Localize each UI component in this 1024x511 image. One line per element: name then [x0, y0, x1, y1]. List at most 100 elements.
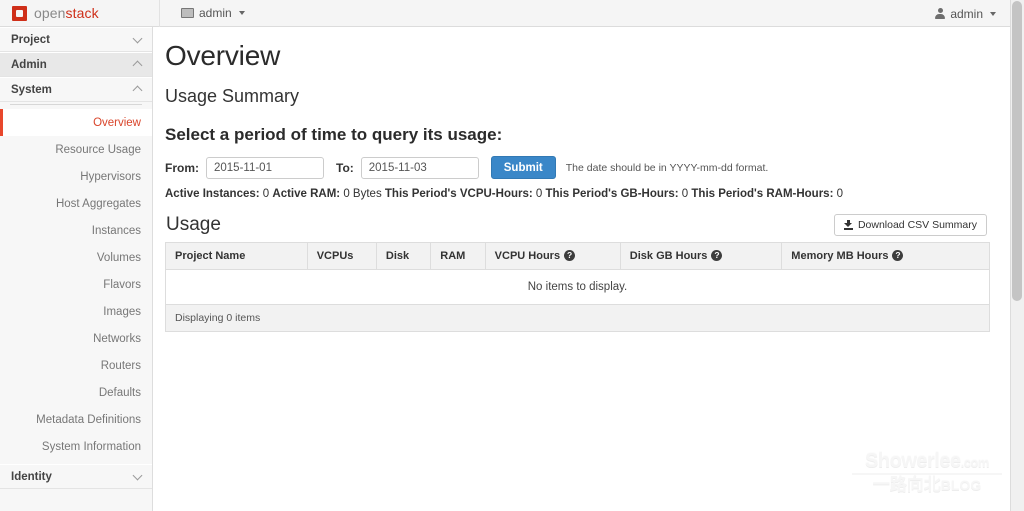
column-header-memory-mb-hours[interactable]: Memory MB Hours? [781, 242, 990, 270]
usage-stats-line: Active Instances: 0 Active RAM: 0 Bytes … [165, 188, 990, 200]
sidebar-section-admin[interactable]: Admin [0, 52, 152, 77]
sidebar-item-system-information[interactable]: System Information [0, 433, 152, 460]
from-date-input[interactable] [206, 156, 324, 179]
monitor-icon [181, 8, 194, 18]
column-header-label: VCPUs [316, 250, 354, 262]
usage-table-header-row: Project Name VCPUs Disk RAM VCPU Hours? Disk … [165, 242, 990, 270]
logo-text-open: open [34, 5, 66, 21]
sidebar-item-label: Flavors [103, 278, 141, 291]
sidebar-item-label: Host Aggregates [55, 197, 141, 210]
stat-value: 0 [532, 188, 543, 200]
column-header-vcpu-hours[interactable]: VCPU Hours? [485, 242, 621, 270]
date-format-hint: The date should be in YYYY-mm-dd format. [565, 161, 769, 174]
column-header-disk[interactable]: Disk [376, 242, 432, 270]
project-selector[interactable]: admin [181, 6, 245, 20]
main-content: Overview Usage Summary Select a period o… [153, 27, 1010, 511]
submit-button[interactable]: Submit [490, 156, 556, 179]
sidebar-section-project-label: Project [11, 33, 50, 46]
project-selector-label: admin [199, 6, 232, 20]
chevron-up-icon [132, 85, 143, 96]
usage-panel-title: Usage [166, 214, 221, 235]
sidebar-item-list: Overview Resource Usage Hypervisors Host Ag… [0, 109, 152, 460]
usage-summary-heading: Usage Summary [165, 86, 300, 106]
sidebar-section-admin-label: Admin [11, 58, 47, 71]
usage-table-empty-row: No items to display. [165, 269, 990, 305]
sidebar-item-label: Routers [100, 359, 141, 372]
sidebar-section-system[interactable]: System [0, 77, 152, 102]
stat-label: Active RAM: [272, 188, 341, 200]
sidebar-item-label: System Information [41, 440, 141, 453]
column-header-label: Memory MB Hours [791, 250, 889, 262]
sidebar-section-identity[interactable]: Identity [0, 464, 152, 489]
sidebar-item-flavors[interactable]: Flavors [0, 271, 152, 298]
column-header-disk-gb-hours[interactable]: Disk GB Hours? [620, 242, 783, 270]
sidebar-item-label: Images [103, 305, 141, 318]
stat-label: This Period's RAM-Hours: [691, 188, 834, 200]
sidebar-item-hypervisors[interactable]: Hypervisors [0, 163, 152, 190]
help-icon[interactable]: ? [564, 250, 576, 261]
sidebar-item-instances[interactable]: Instances [0, 217, 152, 244]
sidebar-item-label: Metadata Definitions [36, 413, 141, 426]
sidebar-item-volumes[interactable]: Volumes [0, 244, 152, 271]
user-menu-label: admin [950, 6, 983, 21]
sidebar-item-resource-usage[interactable]: Resource Usage [0, 136, 152, 163]
download-icon [843, 220, 853, 230]
chevron-down-icon [238, 11, 245, 15]
chevron-down-icon [132, 33, 143, 43]
column-header-label: Disk [385, 250, 410, 262]
displaying-count: Displaying 0 items [165, 304, 990, 332]
sidebar-item-label: Hypervisors [80, 170, 141, 183]
download-csv-summary-label: Download CSV Summary [857, 219, 977, 231]
period-prompt: Select a period of time to query its usa… [165, 125, 503, 144]
usage-panel-header: Usage Download CSV Summary [165, 214, 990, 242]
sidebar-item-label: Overview [93, 116, 141, 129]
stat-label: This Period's GB-Hours: [545, 188, 679, 200]
sidebar-section-system-label: System [11, 83, 52, 96]
user-menu[interactable]: admin [935, 0, 996, 27]
chevron-down-icon [990, 11, 996, 16]
stat-value: 0 [259, 188, 270, 200]
page-scrollbar-thumb[interactable] [1012, 1, 1022, 301]
to-label: To: [336, 160, 354, 175]
column-header-ram[interactable]: RAM [430, 242, 486, 270]
stat-label: This Period's VCPU-Hours: [384, 188, 533, 200]
to-date-input[interactable] [360, 156, 479, 179]
sidebar: Project Admin System Overview Resource Us… [0, 27, 153, 511]
sidebar-item-images[interactable]: Images [0, 298, 152, 325]
logo-text-stack: stack [65, 5, 99, 21]
openstack-logo-icon [12, 5, 27, 21]
sidebar-divider [10, 104, 142, 108]
help-icon[interactable]: ? [711, 250, 723, 261]
sidebar-item-label: Resource Usage [55, 143, 141, 156]
download-csv-summary-button[interactable]: Download CSV Summary [833, 214, 987, 236]
openstack-logo[interactable]: openstack [0, 0, 160, 27]
sidebar-item-label: Volumes [96, 251, 141, 264]
usage-table-footer-row: Displaying 0 items [165, 304, 990, 332]
empty-message: No items to display. [165, 269, 990, 305]
page-title: Overview [165, 40, 281, 71]
column-header-project-name[interactable]: Project Name [165, 242, 308, 270]
sidebar-item-host-aggregates[interactable]: Host Aggregates [0, 190, 152, 217]
sidebar-item-overview[interactable]: Overview [0, 109, 152, 136]
sidebar-item-networks[interactable]: Networks [0, 325, 152, 352]
logo-text: openstack [34, 5, 99, 21]
usage-table: Project Name VCPUs Disk RAM VCPU Hours? Disk … [165, 242, 990, 332]
sidebar-section-identity-label: Identity [11, 470, 52, 483]
from-label: From: [165, 160, 199, 175]
sidebar-item-label: Networks [93, 332, 141, 345]
chevron-down-icon [132, 470, 143, 480]
page-scrollbar[interactable] [1010, 0, 1024, 511]
help-icon[interactable]: ? [892, 250, 904, 261]
stat-value: 0 [833, 188, 844, 200]
column-header-label: VCPU Hours [494, 250, 561, 262]
sidebar-item-metadata-definitions[interactable]: Metadata Definitions [0, 406, 152, 433]
date-range-form: From: To: Submit The date should be in Y… [165, 156, 990, 179]
stat-label: Active Instances: [165, 188, 260, 200]
sidebar-item-label: Defaults [98, 386, 141, 399]
column-header-vcpus[interactable]: VCPUs [307, 242, 377, 270]
stat-value: 0 [678, 188, 689, 200]
openstack-dashboard: openstack admin admin Project Admin Syst… [0, 0, 1024, 511]
sidebar-item-defaults[interactable]: Defaults [0, 379, 152, 406]
sidebar-section-project[interactable]: Project [0, 27, 152, 52]
sidebar-item-routers[interactable]: Routers [0, 352, 152, 379]
